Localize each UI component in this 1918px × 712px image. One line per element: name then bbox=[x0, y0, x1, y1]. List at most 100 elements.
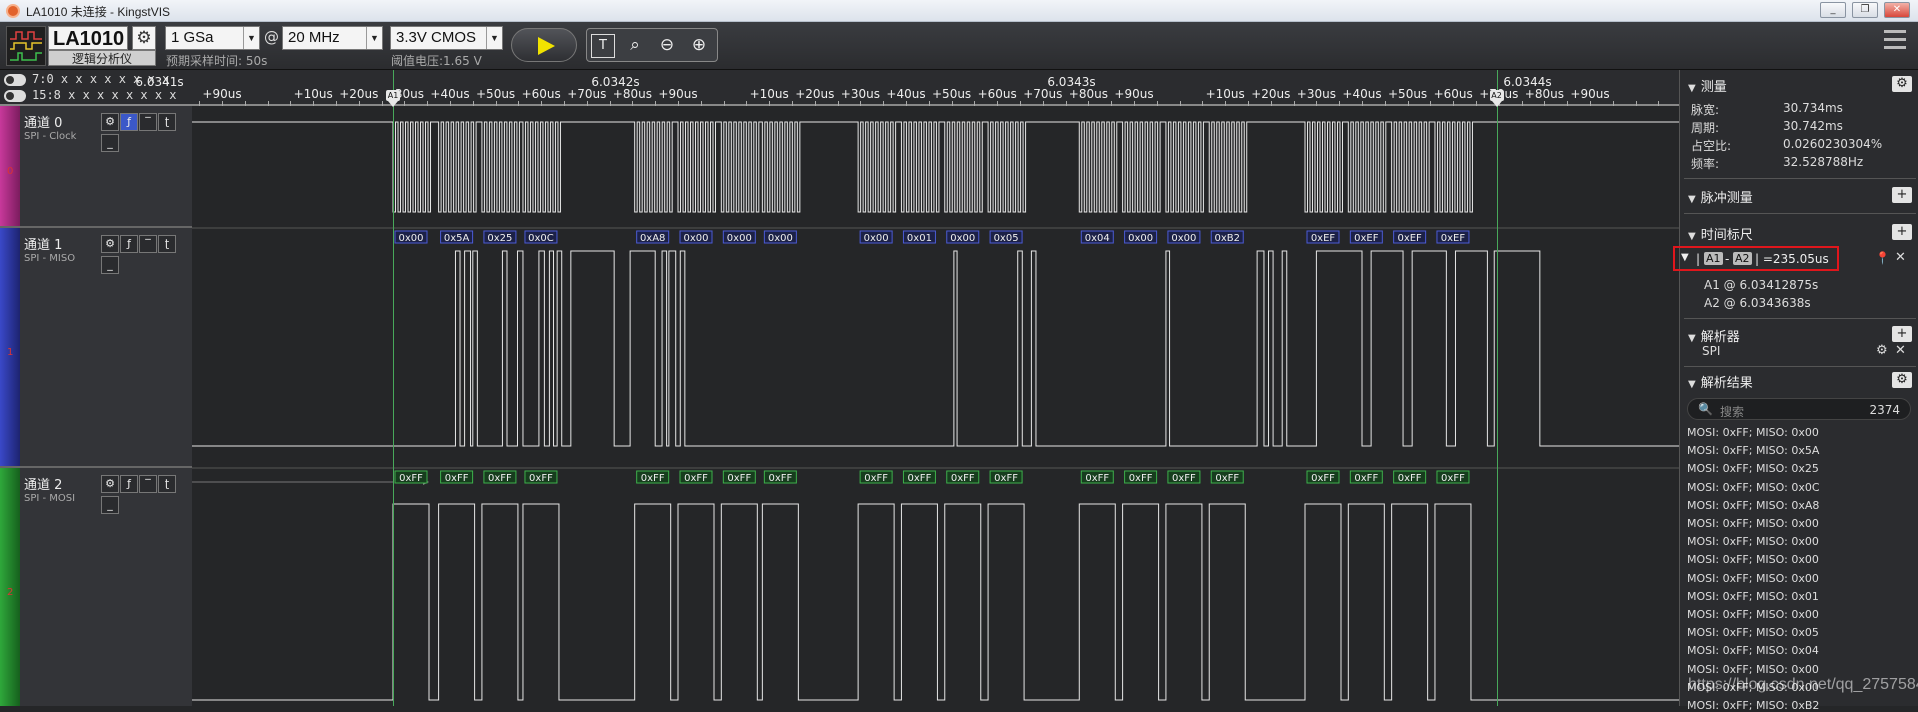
high-level-icon[interactable]: ‾ bbox=[139, 475, 157, 493]
channel-index: 2 bbox=[7, 587, 14, 598]
cursor-line-a1[interactable] bbox=[393, 70, 394, 706]
channel-2-panel[interactable]: 2 通道 2 SPI - MOSI ⚙ ƒ ‾ ʈ _ bbox=[0, 468, 192, 706]
low-level-icon[interactable]: _ bbox=[101, 256, 119, 274]
toggle-icon[interactable] bbox=[4, 89, 26, 102]
gear-icon[interactable]: ⚙ bbox=[101, 113, 119, 131]
time-ruler[interactable]: 6.0341s 6.0342s 6.0343s 6.0344s +90us +10us +2… bbox=[135, 70, 1679, 106]
cursor-diff-item[interactable]: ▼ | A1 - A2 | =235.05us bbox=[1673, 246, 1839, 271]
view-tools: T ⌕ ⊖ ⊕ bbox=[586, 28, 718, 62]
low-level-icon[interactable]: _ bbox=[101, 134, 119, 152]
channel-1-panel[interactable]: 1 通道 1 SPI - MISO ⚙ ƒ ‾ ʈ _ bbox=[0, 228, 192, 468]
rising-edge-icon[interactable]: ƒ bbox=[120, 475, 138, 493]
group-bits: x x x x x x x x bbox=[68, 88, 177, 102]
ruler-label: +40us bbox=[886, 87, 926, 101]
falling-edge-icon[interactable]: ʈ bbox=[158, 235, 176, 253]
close-icon[interactable]: ✕ bbox=[1895, 250, 1906, 265]
ruler-label: +10us bbox=[749, 87, 789, 101]
channel-name: 通道 1 bbox=[24, 238, 63, 253]
channel-buttons: ⚙ ƒ ‾ ʈ _ bbox=[101, 472, 192, 514]
chevron-down-icon: ▼ bbox=[243, 27, 259, 49]
decode-label: 0x00 bbox=[1128, 233, 1153, 244]
toggle-icon[interactable] bbox=[4, 73, 26, 86]
maximize-button[interactable]: ❐ bbox=[1852, 2, 1878, 18]
measure-value: 30.742ms bbox=[1783, 119, 1843, 133]
high-level-icon[interactable]: ‾ bbox=[139, 113, 157, 131]
voltage-select[interactable]: 3.3V CMOS ▼ bbox=[390, 26, 503, 50]
analyzer-section-title[interactable]: 解析器 bbox=[1688, 326, 1740, 345]
cursor-line-a2[interactable] bbox=[1496, 70, 1498, 706]
cursor-marker-a2[interactable]: A2 bbox=[1489, 90, 1504, 107]
measure-label: 脉宽: bbox=[1691, 103, 1720, 117]
waveform-area[interactable]: 0x00 0x5A 0x25 0x0C 0xA8 0x00 0x00 0x00 0x00 0x01… bbox=[192, 106, 1679, 706]
ruler-label: +50us bbox=[476, 87, 516, 101]
decode-label: 0xFF bbox=[864, 473, 888, 484]
decode-label: 0xFF bbox=[1172, 473, 1196, 484]
cursor-marker-a1[interactable]: A1 bbox=[386, 90, 400, 107]
decode-label: 0xFF bbox=[1354, 473, 1378, 484]
gear-icon[interactable]: ⚙ bbox=[101, 475, 119, 493]
channel-2-color: 2 bbox=[0, 468, 20, 706]
group-row[interactable]: 15:8 x x x x x x x x bbox=[4, 88, 177, 104]
cursor-a2-time: A2 @ 6.0343638s bbox=[1704, 296, 1811, 310]
chevron-down-icon: ▼ bbox=[1681, 252, 1689, 263]
add-icon[interactable]: + bbox=[1892, 187, 1912, 203]
gear-icon[interactable]: ⚙ bbox=[1876, 343, 1888, 358]
gear-icon[interactable]: ⚙ bbox=[101, 235, 119, 253]
decode-label: 0x00 bbox=[768, 233, 793, 244]
decode-label: 0x25 bbox=[487, 233, 512, 244]
channel-index: 0 bbox=[7, 166, 14, 177]
chevron-down-icon: ▼ bbox=[366, 27, 382, 49]
rising-edge-icon[interactable]: ƒ bbox=[120, 113, 138, 131]
decode-label: 0xEF bbox=[1354, 233, 1379, 244]
channel-index: 1 bbox=[7, 347, 14, 358]
decode-label: 0xFF bbox=[1129, 473, 1153, 484]
ruler-label: +10us bbox=[293, 87, 333, 101]
ruler-label: +50us bbox=[932, 87, 972, 101]
decode-label: 0x00 bbox=[1171, 233, 1196, 244]
decode-label: 0xFF bbox=[1311, 473, 1335, 484]
start-capture-button[interactable] bbox=[511, 28, 577, 62]
zoom-fit-icon[interactable]: ⌕ bbox=[623, 34, 647, 58]
diff-bar: | bbox=[1696, 252, 1701, 266]
mosi-waveform bbox=[192, 503, 1679, 701]
falling-edge-icon[interactable]: ʈ bbox=[158, 475, 176, 493]
low-level-icon[interactable]: _ bbox=[101, 496, 119, 514]
timemark-section-title[interactable]: 时间标尺 bbox=[1688, 224, 1753, 243]
analyzer-item[interactable]: SPI bbox=[1702, 344, 1720, 358]
channel-name: 通道 2 bbox=[24, 478, 63, 493]
decode-label: 0xFF bbox=[1398, 473, 1422, 484]
sample-freq-select[interactable]: 20 MHz ▼ bbox=[282, 26, 383, 50]
ruler-label: +90us bbox=[1570, 87, 1610, 101]
zoom-in-icon[interactable]: ⊕ bbox=[687, 34, 711, 58]
measure-settings-gear-icon[interactable]: ⚙ bbox=[1892, 76, 1912, 92]
text-tool-icon[interactable]: T bbox=[591, 34, 615, 58]
sample-rate-select[interactable]: 1 GSa ▼ bbox=[165, 26, 260, 50]
menu-icon[interactable] bbox=[1884, 30, 1906, 56]
results-settings-gear-icon[interactable]: ⚙ bbox=[1892, 372, 1912, 388]
results-section-title[interactable]: 解析结果 bbox=[1688, 372, 1753, 391]
at-symbol: @ bbox=[264, 28, 279, 46]
add-icon[interactable]: + bbox=[1892, 326, 1912, 342]
pin-icon[interactable]: 📍 bbox=[1875, 251, 1890, 265]
zoom-out-icon[interactable]: ⊖ bbox=[655, 34, 679, 58]
minus-sign: - bbox=[1725, 252, 1730, 266]
add-icon[interactable]: + bbox=[1892, 224, 1912, 240]
pulse-section-title[interactable]: 脉冲测量 bbox=[1688, 187, 1753, 206]
decode-label: 0xFF bbox=[445, 473, 469, 484]
channel-0-panel[interactable]: 0 通道 0 SPI - Clock ⚙ ƒ ‾ ʈ _ bbox=[0, 106, 192, 228]
miso-waveform bbox=[192, 250, 1679, 447]
decode-label: 0xFF bbox=[951, 473, 975, 484]
rising-edge-icon[interactable]: ƒ bbox=[120, 235, 138, 253]
close-icon[interactable]: ✕ bbox=[1895, 343, 1906, 358]
divider bbox=[1684, 318, 1916, 319]
decode-label: 0xFF bbox=[1441, 473, 1465, 484]
cursor-a1-time: A1 @ 6.03412875s bbox=[1704, 278, 1819, 292]
close-button[interactable]: ✕ bbox=[1884, 2, 1910, 18]
measure-section-title[interactable]: 测量 bbox=[1688, 76, 1727, 95]
ruler-label: +70us bbox=[1023, 87, 1063, 101]
high-level-icon[interactable]: ‾ bbox=[139, 235, 157, 253]
minimize-button[interactable]: _ bbox=[1820, 2, 1846, 18]
falling-edge-icon[interactable]: ʈ bbox=[158, 113, 176, 131]
decode-label: 0xB2 bbox=[1214, 233, 1240, 244]
device-settings-gear-icon[interactable]: ⚙ bbox=[132, 26, 156, 50]
